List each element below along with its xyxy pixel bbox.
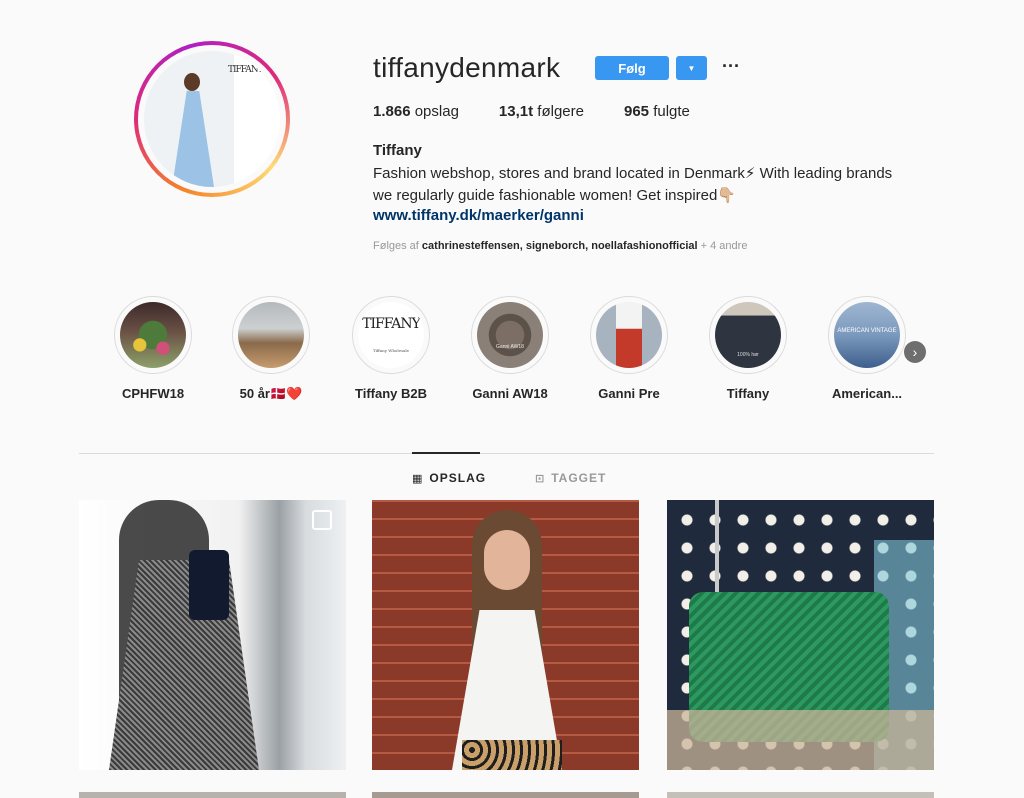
highlight-item[interactable]: CPHFW18: [105, 296, 201, 401]
highlight-label: Ganni AW18: [472, 386, 548, 401]
highlight-label: American...: [831, 386, 903, 401]
follow-dropdown-button[interactable]: ▼: [676, 56, 707, 80]
avatar-head-shape: [184, 73, 200, 91]
stat-label: fulgte: [653, 103, 690, 120]
highlight-sub-text: AMERICAN VINTAGE: [837, 328, 897, 334]
avatar-dress-shape: [172, 91, 214, 187]
stat-label: opslag: [414, 103, 459, 120]
post-thumbnail[interactable]: [667, 500, 934, 770]
highlight-sub-text: Tiffany Wholesale: [372, 348, 410, 353]
highlight-label: 50 år🇩🇰❤️: [239, 386, 303, 401]
post-thumbnail[interactable]: [372, 500, 639, 770]
followed-by-suffix: + 4 andre: [700, 240, 748, 252]
post-phone-shape: [189, 550, 229, 620]
followers-stat[interactable]: 13,1t følgere: [499, 103, 584, 120]
highlight-item[interactable]: AMERICAN VINTAGE American...: [819, 296, 915, 401]
tagged-icon: ⊡: [535, 472, 546, 485]
highlight-cover-red-dress: [596, 302, 662, 368]
highlight-cover-flowers: [120, 302, 186, 368]
tab-label: TAGGET: [551, 471, 607, 485]
followed-by-prefix: Følges af: [373, 240, 419, 252]
profile-stats: 1.866 opslag 13,1t følgere 965 fulgte: [373, 103, 730, 120]
following-stat[interactable]: 965 fulgte: [624, 103, 690, 120]
highlight-cover-ring: Ganni AW18: [471, 296, 549, 374]
highlight-cover-linen: 100% hør: [715, 302, 781, 368]
profile-full-name: Tiffany: [373, 142, 422, 159]
highlight-sub-text: 100% hør: [737, 352, 759, 358]
highlight-cover-ring: TIFFANY Tiffany Wholesale: [352, 296, 430, 374]
more-options-icon[interactable]: ···: [720, 56, 742, 80]
stat-count: 965: [623, 103, 650, 120]
stat-label: følgere: [537, 103, 584, 120]
tabs-divider: [79, 453, 934, 454]
avatar-photo: TIFFANY: [144, 51, 280, 187]
highlight-cover-ring: AMERICAN VINTAGE: [828, 296, 906, 374]
profile-bio: Fashion webshop, stores and brand locate…: [373, 163, 933, 207]
highlight-cover-ring: [590, 296, 668, 374]
post-thumbnail-partial[interactable]: [372, 792, 639, 798]
post-thumbnail-partial[interactable]: [79, 792, 346, 798]
highlight-label: Tiffany B2B: [355, 386, 427, 401]
highlight-item[interactable]: 50 år🇩🇰❤️: [223, 296, 319, 402]
highlight-cover-logo: TIFFANY Tiffany Wholesale: [358, 302, 424, 368]
highlight-logo-text: TIFFANY: [362, 316, 421, 332]
followed-by[interactable]: Følges af cathrinesteffensen, signeborch…: [373, 240, 747, 252]
highlight-cover-ring: [232, 296, 310, 374]
highlight-cover-scrunchie: Ganni AW18: [477, 302, 543, 368]
stat-count: 13,1t: [498, 103, 534, 120]
grid-icon: ▦: [412, 472, 424, 485]
highlight-cover-store: [238, 302, 304, 368]
active-tab-indicator: [412, 452, 480, 454]
highlight-label: CPHFW18: [121, 386, 185, 401]
followed-by-names: cathrinesteffensen, signeborch, noellafa…: [421, 240, 698, 252]
highlight-item[interactable]: Ganni Pre: [581, 296, 677, 401]
post-thumbnail-partial[interactable]: [667, 792, 934, 798]
chevron-right-icon[interactable]: ›: [904, 341, 926, 363]
bio-line: we regularly guide fashionable women! Ge…: [373, 187, 737, 204]
follow-button[interactable]: Følg: [595, 56, 669, 80]
chevron-down-icon: ▼: [687, 63, 696, 73]
post-thumbnail[interactable]: [79, 500, 346, 770]
highlight-item[interactable]: TIFFANY Tiffany Wholesale Tiffany B2B: [343, 296, 439, 401]
multiple-posts-icon: [312, 510, 332, 530]
post-skirt-shape: [667, 710, 934, 770]
highlight-item[interactable]: 100% hør Tiffany: [700, 296, 796, 401]
highlight-label: Ganni Pre: [598, 386, 660, 401]
highlight-cover-ring: 100% hør: [709, 296, 787, 374]
tab-tagged[interactable]: ⊡ TAGGET: [535, 471, 606, 485]
profile-website-link[interactable]: www.tiffany.dk/maerker/ganni: [373, 207, 584, 224]
posts-count-stat: 1.866 opslag: [373, 103, 459, 120]
tab-label: OPSLAG: [429, 471, 487, 485]
post-leopard-skirt: [462, 740, 562, 770]
highlight-cover-ring: [114, 296, 192, 374]
profile-avatar[interactable]: TIFFANY: [134, 41, 290, 197]
highlight-cover-american-vintage: AMERICAN VINTAGE: [834, 302, 900, 368]
bio-line: Fashion webshop, stores and brand locate…: [373, 165, 893, 182]
highlight-sub-text: Ganni AW18: [496, 344, 524, 350]
highlight-item[interactable]: Ganni AW18 Ganni AW18: [462, 296, 558, 401]
tab-posts[interactable]: ▦ OPSLAG: [412, 471, 486, 485]
highlight-label: Tiffany: [726, 386, 770, 401]
profile-username: tiffanydenmark: [373, 52, 561, 83]
avatar-logo: TIFFANY: [228, 65, 264, 75]
post-face-shape: [484, 530, 530, 590]
stat-count: 1.866: [373, 103, 411, 120]
